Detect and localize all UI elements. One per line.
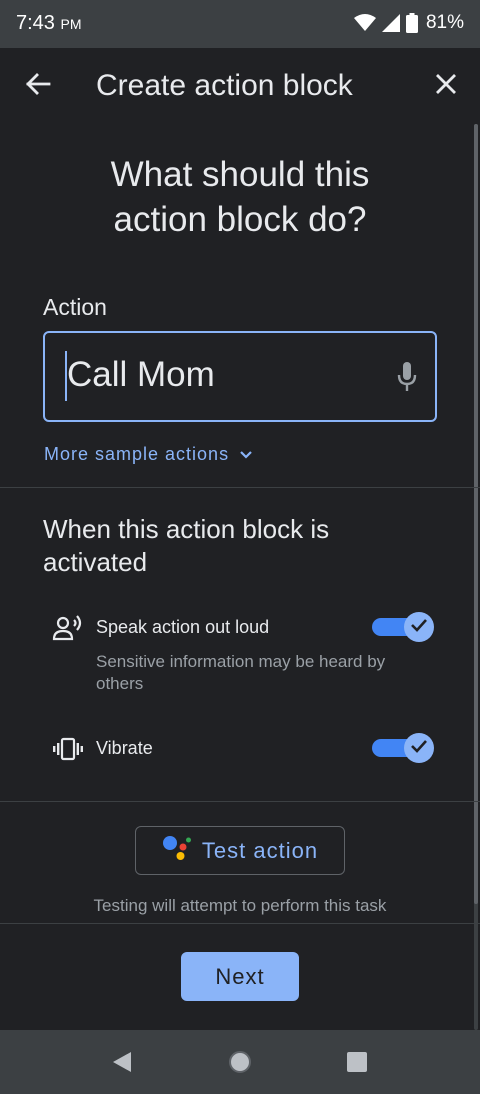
signal-icon (381, 14, 400, 32)
battery-level: 81% (425, 12, 464, 33)
nav-home-icon[interactable] (228, 1050, 252, 1079)
activation-section-title: When this action block is activated (43, 514, 330, 577)
microphone-icon[interactable] (397, 361, 417, 398)
status-time: 7:43 PM (16, 12, 82, 34)
speak-aloud-label: Speak action out loud (96, 617, 270, 637)
divider (0, 801, 480, 802)
close-button[interactable] (428, 68, 464, 104)
arrow-left-icon (25, 72, 51, 100)
more-sample-actions-label: More sample actions (44, 444, 230, 464)
battery-icon (405, 13, 418, 33)
vibrate-icon (52, 737, 84, 766)
scrollbar[interactable] (474, 124, 478, 1030)
toggle-thumb (404, 612, 434, 642)
vibrate-label: Vibrate (96, 738, 153, 758)
next-button-label: Next (215, 963, 265, 989)
page-title: Create action block (96, 69, 353, 102)
next-button[interactable]: Next (181, 952, 299, 1001)
check-icon (410, 618, 428, 637)
test-action-hint: Testing will attempt to perform this tas… (93, 896, 387, 915)
nav-back-icon[interactable] (112, 1051, 132, 1078)
speaker-person-icon (52, 614, 84, 647)
divider (0, 923, 480, 924)
more-sample-actions-button[interactable]: More sample actions (44, 444, 253, 465)
nav-recents-icon[interactable] (347, 1052, 367, 1077)
toggle-thumb (404, 733, 434, 763)
action-input-value[interactable]: Call Mom (67, 355, 215, 395)
check-icon (410, 739, 428, 758)
speak-aloud-description: Sensitive information may be heard by ot… (96, 652, 386, 693)
close-icon (435, 73, 457, 100)
headline-line-2: action block do? (113, 200, 367, 239)
status-icons: 81% (353, 12, 464, 34)
divider (0, 487, 480, 488)
headline-line-1: What should this (110, 155, 370, 194)
test-action-label: Test action (201, 837, 319, 863)
speak-aloud-toggle[interactable] (372, 612, 434, 642)
chevron-down-icon (239, 444, 253, 465)
action-label: Action (43, 294, 107, 320)
vibrate-toggle[interactable] (372, 733, 434, 763)
assistant-icon (162, 834, 192, 867)
test-action-button[interactable]: Test action (135, 826, 345, 875)
top-app-bar: Create action block (0, 48, 480, 124)
headline: What should this action block do? (0, 152, 480, 242)
wifi-icon (353, 14, 376, 32)
status-bar: 7:43 PM 81% (0, 0, 480, 48)
back-button[interactable] (20, 68, 56, 104)
action-input[interactable]: Call Mom (43, 331, 437, 422)
system-navigation-bar (0, 1030, 480, 1094)
